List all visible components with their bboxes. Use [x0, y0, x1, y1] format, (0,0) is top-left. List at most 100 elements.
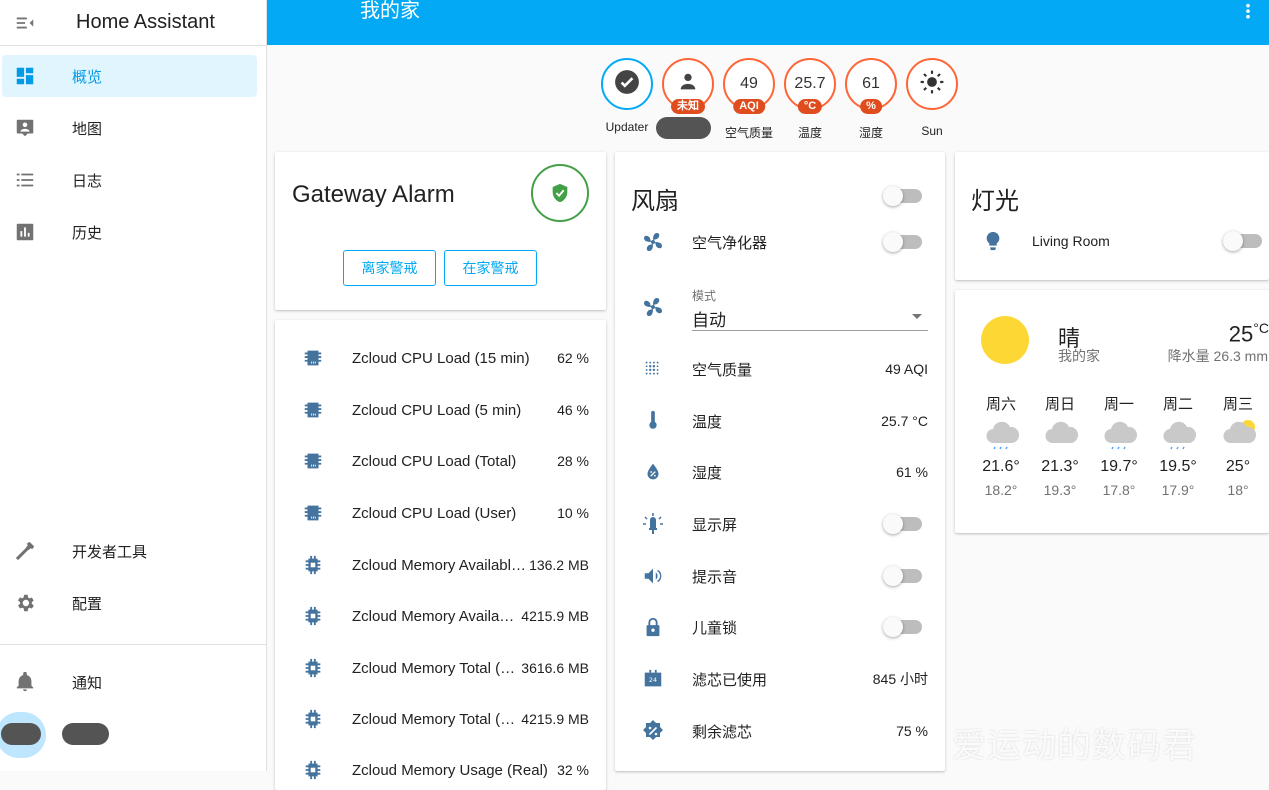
badge-air-quality[interactable]: 49 AQI 空气质量 — [723, 58, 775, 141]
sensor-value: 3616.6 MB — [521, 660, 589, 676]
badge-person[interactable]: 未知 — [656, 58, 714, 139]
sensor-name: Zcloud Memory Total (… — [352, 710, 516, 728]
air-quality-row[interactable]: 空气质量 49 AQI — [615, 349, 945, 389]
sidebar-item-label: 地图 — [72, 120, 103, 138]
mode-select[interactable]: 模式 自动 — [692, 287, 928, 331]
living-room-toggle[interactable] — [1223, 231, 1262, 251]
alarm-card: Gateway Alarm 离家警戒 在家警戒 — [275, 152, 606, 310]
list-item[interactable]: Zcloud CPU Load (15 min) 62 % — [275, 338, 606, 378]
sidebar-item-developer-tools[interactable]: 开发者工具 — [2, 530, 257, 572]
person-icon — [677, 71, 699, 98]
list-item[interactable]: Zcloud Memory Usage (Real) 32 % — [275, 750, 606, 790]
forecast-day-label: 周六 — [985, 396, 1016, 413]
light-name: Living Room — [1032, 233, 1110, 249]
list-item[interactable]: Zcloud CPU Load (Total) 28 % — [275, 441, 606, 481]
cloudy-icon — [1044, 419, 1080, 458]
sidebar-item-label: 开发者工具 — [72, 543, 148, 561]
weather-temperature: 25°C — [1229, 320, 1269, 347]
air-quality-name: 空气质量 — [692, 361, 753, 379]
child-lock-toggle[interactable] — [883, 617, 922, 637]
sidebar-item-label: 日志 — [72, 172, 103, 190]
svg-text:24: 24 — [649, 676, 657, 684]
arm-home-button[interactable]: 在家警戒 — [444, 250, 537, 286]
sound-toggle[interactable] — [883, 566, 922, 586]
display-toggle[interactable] — [883, 514, 922, 534]
list-item[interactable]: Zcloud Memory Total (… 3616.6 MB — [275, 648, 606, 688]
list-item[interactable]: Zcloud Memory Availa… 4215.9 MB — [275, 596, 606, 636]
sidebar-item-history[interactable]: 历史 — [2, 211, 257, 253]
display-row[interactable]: 显示屏 — [615, 504, 945, 544]
badge-temperature[interactable]: 25.7 °C 温度 — [784, 58, 836, 141]
chip-icon — [301, 347, 325, 369]
memory-icon — [301, 554, 325, 576]
more-vert-icon[interactable] — [1237, 2, 1259, 29]
temperature-value: 25 — [1228, 321, 1254, 347]
page-title: 我的家 — [360, 0, 420, 22]
fan-card: 风扇 空气净化器 模式 自动 空气质量 49 AQI 温度 25.7 °C 湿度… — [615, 152, 945, 771]
badge-caption-redacted — [656, 117, 711, 139]
sidebar-item-config[interactable]: 配置 — [2, 582, 257, 624]
badge-sun[interactable]: Sun — [906, 58, 958, 138]
forecast-high: 19.7° — [1100, 458, 1138, 475]
user-avatar[interactable] — [1, 723, 41, 745]
sidebar-item-overview[interactable]: 概览 — [2, 55, 257, 97]
sidebar-item-label: 配置 — [72, 595, 103, 613]
list-item[interactable]: Zcloud Memory Total (… 4215.9 MB — [275, 699, 606, 739]
fan-toggle[interactable] — [883, 186, 922, 206]
memory-icon — [301, 759, 325, 781]
humidity-row[interactable]: 湿度 61 % — [615, 452, 945, 492]
rainy-icon — [985, 419, 1021, 458]
badge-humidity[interactable]: 61 % 湿度 — [845, 58, 897, 141]
sidebar-item-notifications[interactable]: 通知 — [2, 661, 257, 703]
filter-used-row[interactable]: 24 滤芯已使用 845 小时 — [615, 659, 945, 699]
fan-purifier-row[interactable]: 空气净化器 — [615, 222, 945, 262]
list-item[interactable]: Zcloud CPU Load (User) 10 % — [275, 493, 606, 533]
sensor-value: 62 % — [557, 350, 589, 366]
forecast-day-label: 周三 — [1222, 396, 1253, 413]
list-item[interactable]: Zcloud Memory Availabl… 136.2 MB — [275, 545, 606, 585]
percent-badge-icon — [641, 719, 665, 743]
forecast-day: 周六 21.6° 18.2° — [976, 393, 1026, 498]
check-icon — [614, 69, 640, 100]
shield-check-icon[interactable] — [531, 164, 589, 222]
purifier-toggle[interactable] — [883, 232, 922, 252]
sidebar-item-map[interactable]: 地图 — [2, 107, 257, 149]
sensor-list-card: Zcloud CPU Load (15 min) 62 % Zcloud CPU… — [275, 320, 606, 790]
chip-icon — [301, 502, 325, 524]
dashboard-icon — [3, 65, 47, 87]
display-name: 显示屏 — [692, 516, 738, 534]
app-title: Home Assistant — [76, 11, 215, 33]
forecast-low: 19.3° — [1043, 482, 1077, 498]
forecast-high: 19.5° — [1159, 458, 1197, 475]
sensor-name: Zcloud Memory Usage (Real) — [352, 761, 548, 779]
forecast-day: 周三 25° 18° — [1213, 393, 1263, 498]
menu-collapse-icon[interactable] — [0, 12, 50, 34]
memory-icon — [301, 605, 325, 627]
child-lock-row[interactable]: 儿童锁 — [615, 607, 945, 647]
sound-row[interactable]: 提示音 — [615, 556, 945, 596]
fan-mode-row[interactable]: 模式 自动 — [615, 287, 945, 331]
top-app-bar: 我的家 — [267, 0, 1269, 45]
fan-title: 风扇 — [631, 188, 679, 215]
water-percent-icon — [641, 461, 665, 483]
volume-icon — [641, 565, 665, 587]
filter-left-row[interactable]: 剩余滤芯 75 % — [615, 711, 945, 751]
sidebar-item-logbook[interactable]: 日志 — [2, 159, 257, 201]
user-name-redacted[interactable] — [62, 723, 109, 745]
living-room-row[interactable]: Living Room — [955, 221, 1269, 261]
forecast-low: 17.9° — [1161, 482, 1195, 498]
temperature-row[interactable]: 温度 25.7 °C — [615, 401, 945, 441]
filter-left-name: 剩余滤芯 — [692, 723, 753, 741]
humidity-value: 61 % — [896, 464, 928, 480]
list-item[interactable]: Zcloud CPU Load (5 min) 46 % — [275, 390, 606, 430]
sidebar-item-label: 概览 — [72, 68, 103, 86]
badge-updater[interactable]: Updater — [601, 58, 653, 134]
badge-tag: 未知 — [671, 99, 705, 114]
sunny-icon — [980, 315, 1030, 370]
lights-title: 灯光 — [971, 188, 1019, 215]
purifier-name: 空气净化器 — [692, 234, 768, 252]
arm-away-button[interactable]: 离家警戒 — [343, 250, 436, 286]
partly-cloudy-icon — [1222, 419, 1258, 458]
badge-caption: Updater — [605, 120, 649, 134]
fan-icon — [641, 230, 665, 254]
